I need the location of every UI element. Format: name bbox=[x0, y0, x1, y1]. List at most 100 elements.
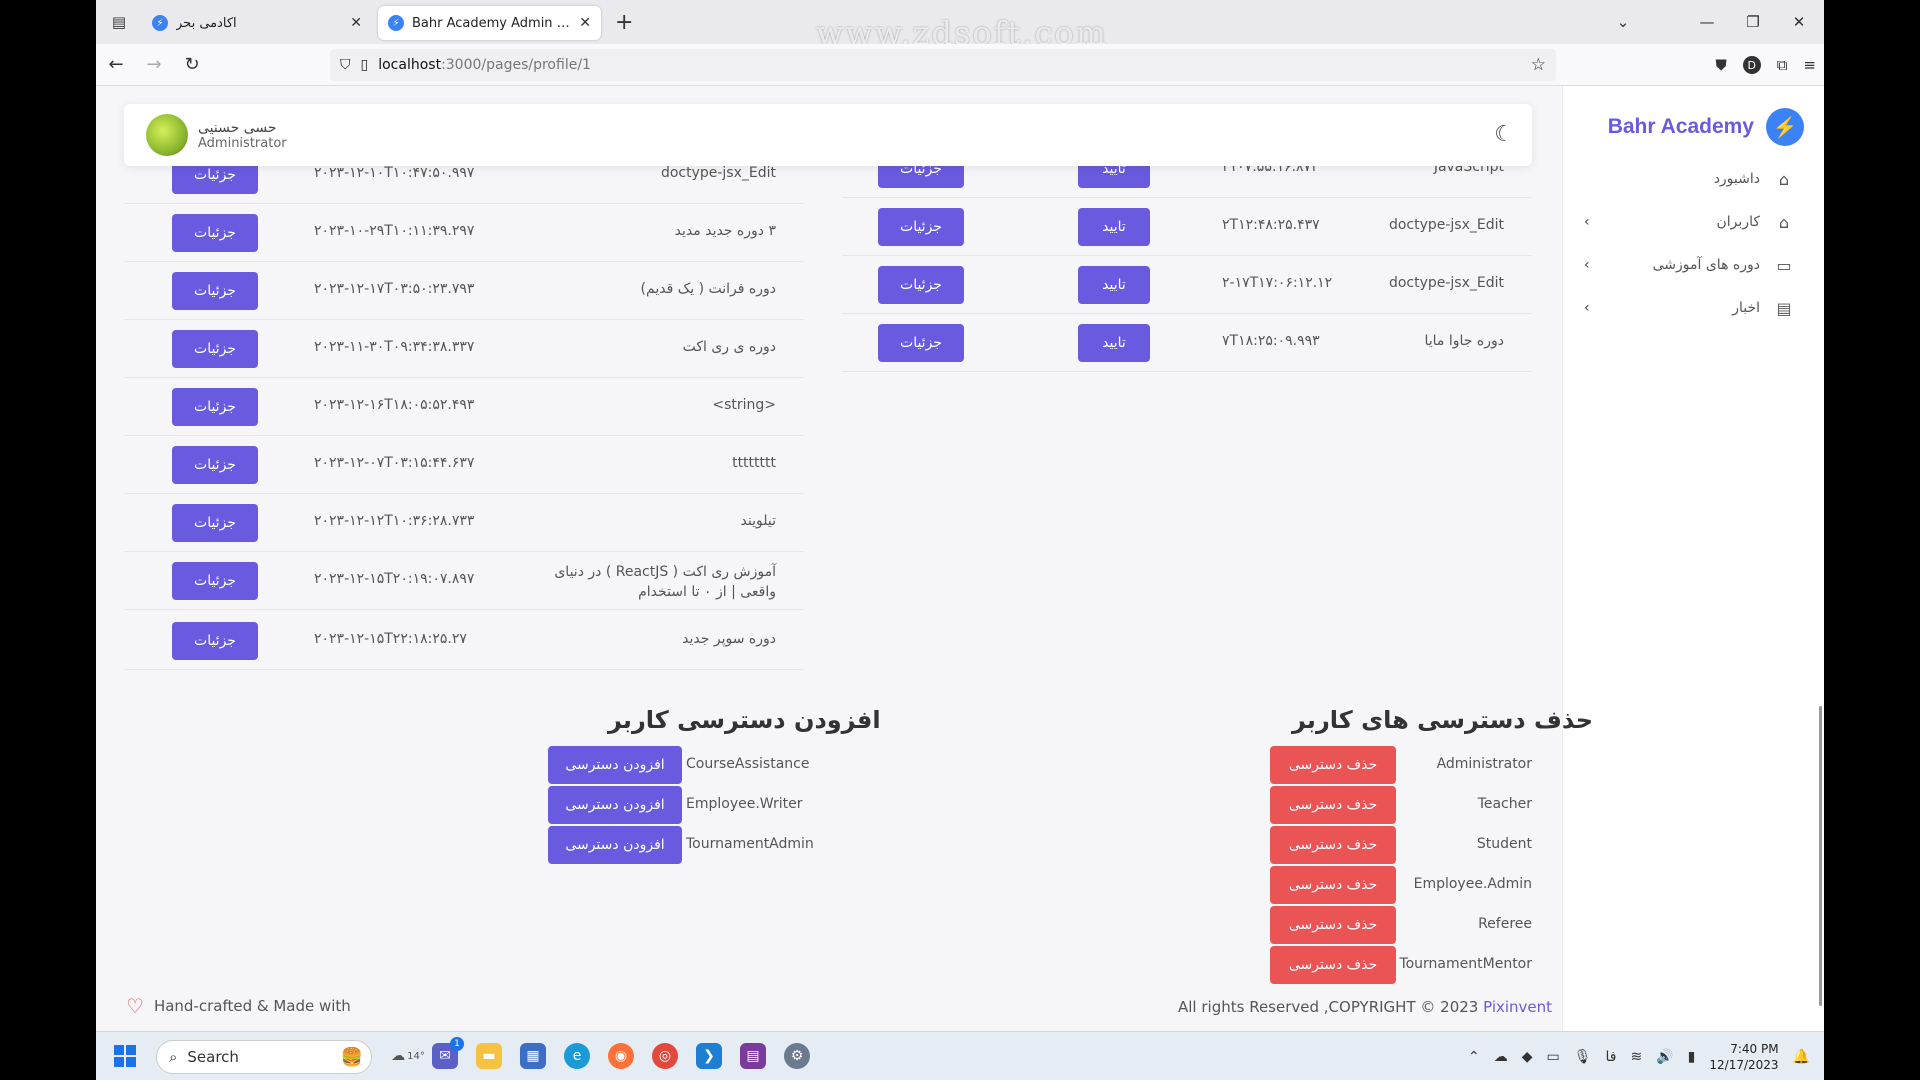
chrome-icon[interactable]: ◎ bbox=[652, 1043, 678, 1069]
approve-button[interactable]: تایید bbox=[1078, 208, 1150, 246]
microphone-icon[interactable]: 🎙 bbox=[1574, 1049, 1592, 1065]
row-date: ۷T۱۸:۲۵:۰۹.۹۹۳ bbox=[1222, 333, 1320, 349]
url-bar[interactable]: ⛉ ▯ localhost:3000/pages/profile/1 ☆ bbox=[330, 49, 1556, 81]
details-button[interactable]: جزئیات bbox=[172, 272, 258, 310]
close-icon[interactable]: ✕ bbox=[350, 15, 362, 31]
remove-access-button[interactable]: حذف دسترسی bbox=[1270, 866, 1396, 904]
pixinvent-link[interactable]: Pixinvent bbox=[1483, 998, 1552, 1016]
row-date: ۲۰۲۳-۱۲-۱۵T۲۰:۱۹:۰۷.۸۹۷ bbox=[314, 571, 475, 587]
row-date: ۲۰۲۳-۱۰-۲۹T۱۰:۱۱:۳۹.۲۹۷ bbox=[314, 223, 475, 239]
approve-button[interactable]: تایید bbox=[1078, 266, 1150, 304]
onedrive-icon[interactable]: ☁ bbox=[1494, 1049, 1508, 1065]
language-indicator[interactable]: فا bbox=[1606, 1049, 1617, 1065]
reload-icon[interactable]: ↻ bbox=[174, 47, 210, 83]
close-icon[interactable]: ✕ bbox=[579, 15, 591, 31]
weather-icon[interactable]: ☁ 14° bbox=[388, 1043, 428, 1069]
edge-icon[interactable]: e bbox=[564, 1043, 590, 1069]
tab-1[interactable]: ⚡ آکادمی بحر ✕ bbox=[142, 6, 372, 40]
role-name: Employee.Writer bbox=[686, 796, 803, 812]
sidebar-item-dashboard[interactable]: داشبورد ⌂ bbox=[1584, 163, 1794, 195]
firefox-icon[interactable]: ◉ bbox=[608, 1043, 634, 1069]
system-tray: ⌃ ☁ ◆ ▭ 🎙 فا ≋ 🔊 ▮ 7:40 PM 12/17/2023 🔔 bbox=[1468, 1032, 1810, 1080]
back-icon[interactable]: ← bbox=[98, 47, 134, 83]
shield-icon: ⛉ bbox=[340, 57, 351, 73]
add-access-button[interactable]: افزودن دسترسی bbox=[548, 746, 682, 784]
row-date: ۲-۱۷T۱۷:۰۶:۱۲.۱۲ bbox=[1222, 275, 1333, 291]
search-highlight-icon: 🍔 bbox=[340, 1046, 363, 1068]
details-button[interactable]: جزئیات bbox=[172, 446, 258, 484]
role-name: TournamentAdmin bbox=[686, 836, 814, 852]
forward-icon[interactable]: → bbox=[136, 47, 172, 83]
account-icon[interactable]: D bbox=[1742, 56, 1761, 74]
battery-icon[interactable]: ▮ bbox=[1688, 1049, 1696, 1065]
add-access-button[interactable]: افزودن دسترسی bbox=[548, 826, 682, 864]
row-date: ۲۰۲۳-۱۲-۱۵T۲۲:۱۸:۲۵.۲۷ bbox=[314, 631, 467, 647]
toolbar-right: ⛊ D ⧉ ≡ bbox=[1715, 44, 1816, 86]
remove-access-button[interactable]: حذف دسترسی bbox=[1270, 946, 1396, 984]
details-button[interactable]: جزئیات bbox=[172, 504, 258, 542]
store-icon[interactable]: ▦ bbox=[520, 1043, 546, 1069]
role-name: Administrator bbox=[1436, 756, 1532, 772]
brand[interactable]: Bahr Academy ⚡ bbox=[1608, 108, 1804, 146]
details-button[interactable]: جزئیات bbox=[172, 388, 258, 426]
monitor-icon: ▭ bbox=[1776, 255, 1792, 275]
browser-window: ▤ ⚡ آکادمی بحر ✕ ⚡ Bahr Academy Admin Da… bbox=[96, 0, 1824, 1080]
new-tab-icon[interactable]: + bbox=[615, 10, 633, 35]
remove-access-button[interactable]: حذف دسترسی bbox=[1270, 906, 1396, 944]
row-date: ۲۰۲۳-۱۲-۰۷T۰۳:۱۵:۴۴.۶۳۷ bbox=[314, 455, 475, 471]
clock[interactable]: 7:40 PM 12/17/2023 bbox=[1709, 1041, 1778, 1073]
row-title: دوره ی ری اکت bbox=[682, 339, 776, 355]
details-button[interactable]: جزئیات bbox=[172, 330, 258, 368]
table-row: جزئیات ۲۰۲۳-۱۲-۱۲T۱۰:۳۶:۲۸.۷۳۳ تیلویند bbox=[124, 494, 804, 552]
sidebar-item-news[interactable]: ‹ اخبار ▤ bbox=[1584, 292, 1794, 324]
notifications-bell-icon[interactable]: 🔔 bbox=[1793, 1049, 1810, 1065]
menu-icon[interactable]: ≡ bbox=[1803, 56, 1816, 74]
dark-mode-moon-icon[interactable]: ☾ bbox=[1494, 122, 1514, 147]
minimize-icon[interactable]: — bbox=[1684, 0, 1730, 44]
bookmark-star-icon[interactable]: ☆ bbox=[1531, 55, 1546, 75]
tab-list-icon[interactable]: ▤ bbox=[96, 0, 142, 44]
scrollbar[interactable] bbox=[1819, 706, 1822, 1006]
user-menu[interactable]: حسی حسنیی Administrator bbox=[146, 114, 287, 156]
heart-icon: ♡ bbox=[126, 994, 144, 1018]
remove-access-button[interactable]: حذف دسترسی bbox=[1270, 746, 1396, 784]
chevron-down-icon[interactable]: ⌄ bbox=[1600, 0, 1646, 44]
sidebar-item-courses[interactable]: ‹ دوره های آموزشی ▭ bbox=[1584, 249, 1794, 281]
windows-start-icon[interactable] bbox=[114, 1045, 136, 1067]
details-button[interactable]: جزئیات bbox=[172, 562, 258, 600]
extensions-icon[interactable]: ⧉ bbox=[1777, 56, 1788, 74]
close-window-icon[interactable]: ✕ bbox=[1776, 0, 1822, 44]
details-button[interactable]: جزئیات bbox=[878, 324, 964, 362]
chevron-up-icon[interactable]: ⌃ bbox=[1468, 1049, 1480, 1065]
add-access-button[interactable]: افزودن دسترسی bbox=[548, 786, 682, 824]
approve-button[interactable]: تایید bbox=[1078, 324, 1150, 362]
sidebar-item-label: اخبار bbox=[1732, 300, 1760, 316]
tab-2[interactable]: ⚡ Bahr Academy Admin Dashboa ✕ bbox=[378, 6, 601, 40]
restore-icon[interactable]: ❐ bbox=[1730, 0, 1776, 44]
teams-icon[interactable]: ✉ 1 bbox=[432, 1037, 464, 1069]
taskbar-search[interactable]: ⌕ Search 🍔 bbox=[156, 1040, 372, 1074]
table-row: جزئیات تایید ۲T۱۲:۴۸:۲۵.۴۳۷ doctype-jsx_Edi… bbox=[842, 198, 1532, 256]
file-icon: ▤ bbox=[1776, 298, 1792, 318]
app-tray-icon[interactable]: ◆ bbox=[1522, 1049, 1533, 1065]
details-button[interactable]: جزئیات bbox=[172, 622, 258, 660]
table-row: جزئیات ۲۰۲۳-۱۲-۱۵T۲۰:۱۹:۰۷.۸۹۷ آموزش ری اک… bbox=[124, 552, 804, 610]
remove-access-button[interactable]: حذف دسترسی bbox=[1270, 786, 1396, 824]
details-button[interactable]: جزئیات bbox=[878, 208, 964, 246]
details-button[interactable]: جزئیات bbox=[172, 214, 258, 252]
details-button[interactable]: جزئیات bbox=[878, 266, 964, 304]
file-explorer-icon[interactable]: ▬ bbox=[476, 1043, 502, 1069]
vscode-icon[interactable]: ❯ bbox=[696, 1043, 722, 1069]
user-name: حسی حسنیی bbox=[198, 119, 277, 136]
remove-access-button[interactable]: حذف دسترسی bbox=[1270, 826, 1396, 864]
cast-icon[interactable]: ▭ bbox=[1547, 1049, 1560, 1065]
volume-icon[interactable]: 🔊 bbox=[1656, 1049, 1673, 1065]
sidebar-item-users[interactable]: ‹ کاربران ⌂ bbox=[1584, 206, 1794, 238]
row-date: ۲۰۲۳-۱۱-۳۰T۰۹:۳۴:۳۸.۳۳۷ bbox=[314, 339, 475, 355]
pocket-icon[interactable]: ⛊ bbox=[1715, 56, 1726, 74]
winrar-icon[interactable]: ▤ bbox=[740, 1043, 766, 1069]
wifi-icon[interactable]: ≋ bbox=[1631, 1049, 1643, 1065]
settings-gear-icon[interactable]: ⚙ bbox=[784, 1043, 810, 1069]
sidebar-item-label: دوره های آموزشی bbox=[1652, 257, 1760, 273]
table-row: جزئیات تایید ۲-۱۷T۱۷:۰۶:۱۲.۱۲ doctype-jsx_E… bbox=[842, 256, 1532, 314]
